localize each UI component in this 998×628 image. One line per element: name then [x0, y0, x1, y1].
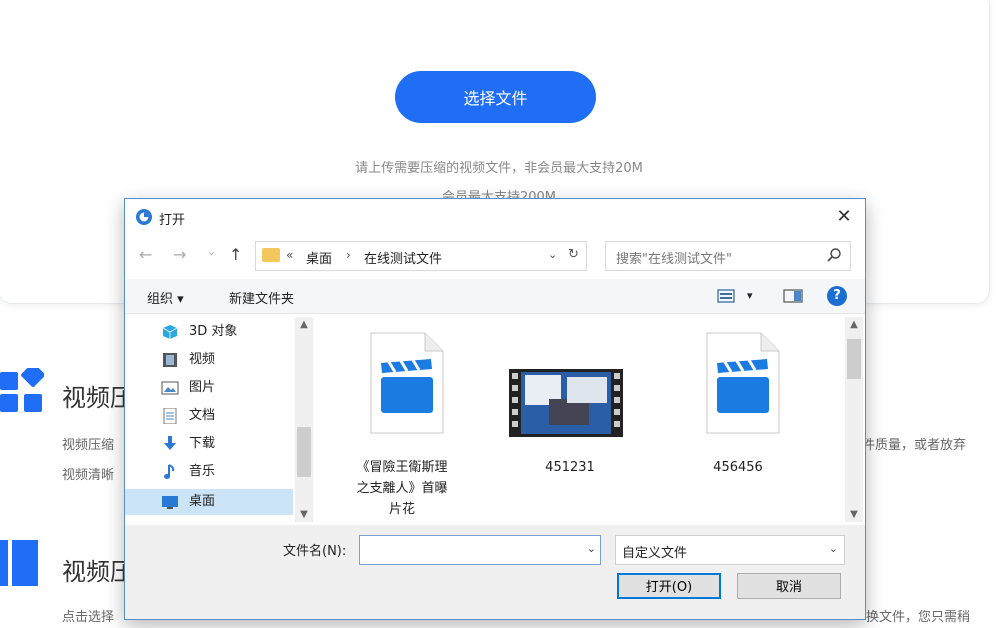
close-icon[interactable]: ✕ [831, 205, 857, 229]
address-overflow-icon[interactable]: « [286, 248, 293, 262]
view-icon[interactable] [717, 289, 735, 303]
cube-icon [162, 325, 178, 339]
address-bar[interactable]: « 桌面 › 在线测试文件 ⌄ ↻ [255, 241, 587, 271]
open-button[interactable]: 打开(O) [617, 573, 721, 599]
search-icon[interactable] [826, 247, 842, 263]
file-list: 《冒險王衛斯理 之支離人》首曝 片花 451231 456456 [315, 317, 845, 522]
select-file-button[interactable]: 选择文件 [395, 71, 596, 123]
desktop-icon [162, 496, 178, 509]
open-file-dialog: 打开 ✕ ← → ⌄ ↑ « 桌面 › 在线测试文件 ⌄ ↻ 搜索"在线测试文件… [124, 198, 866, 620]
feature-grid-icon [0, 368, 44, 412]
video-thumbnail-icon [509, 369, 623, 437]
file-item[interactable]: 456456 [663, 331, 813, 521]
chevron-down-icon[interactable]: ⌄ [548, 248, 557, 261]
feature-desc-1c: 视频清晰 [62, 468, 115, 483]
sidebar-scrollbar[interactable]: ▲ ▼ [295, 317, 313, 522]
upload-hint: 请上传需要压缩的视频文件，非会员最大支持20M [355, 161, 643, 176]
document-icon [163, 408, 177, 424]
scrollbar-thumb[interactable] [297, 427, 311, 477]
cancel-button[interactable]: 取消 [737, 573, 841, 599]
feature-desc-2b: 换文件，您只需稍 [866, 610, 971, 625]
up-arrow-icon[interactable]: ↑ [229, 245, 242, 264]
filetype-select[interactable]: 自定义文件 ⌄ [615, 535, 845, 565]
sidebar-item-3d-objects[interactable]: 3D 对象 [161, 319, 313, 345]
sidebar-item-music[interactable]: 音乐 [161, 459, 313, 485]
feature-desc-1a: 视频压缩 [62, 438, 115, 453]
music-icon [164, 464, 175, 479]
dialog-titlebar[interactable]: 打开 ✕ [125, 199, 865, 235]
organize-menu[interactable]: 组织 ▾ [147, 288, 184, 307]
new-folder-button[interactable]: 新建文件夹 [229, 288, 294, 307]
dialog-footer: 文件名(N): ⌄ 自定义文件 ⌄ 打开(O) 取消 [125, 525, 865, 619]
browser-app-icon [136, 209, 152, 225]
filename-label: 文件名(N): [283, 544, 347, 559]
feature-desc-2a: 点击选择 [62, 610, 115, 625]
scroll-up-icon[interactable]: ▲ [845, 319, 863, 330]
sidebar-item-videos[interactable]: 视频 [161, 347, 313, 373]
scroll-down-icon[interactable]: ▼ [295, 509, 313, 520]
file-item[interactable]: 451231 [495, 331, 645, 521]
search-box[interactable]: 搜索"在线测试文件" [605, 241, 851, 271]
dialog-title: 打开 [159, 213, 186, 228]
search-input[interactable]: 搜索"在线测试文件" [616, 248, 732, 267]
forward-arrow-icon[interactable]: → [173, 245, 186, 264]
chevron-down-icon[interactable]: ⌄ [587, 542, 596, 555]
view-dropdown-icon[interactable]: ▾ [747, 289, 753, 302]
film-icon [163, 353, 177, 367]
address-segment-desktop[interactable]: 桌面 [306, 248, 332, 267]
sidebar-item-desktop[interactable]: 桌面 [125, 489, 293, 515]
recent-locations-icon[interactable]: ⌄ [207, 245, 216, 258]
sidebar-item-downloads[interactable]: 下载 [161, 431, 313, 457]
back-arrow-icon[interactable]: ← [139, 245, 152, 264]
scrollbar-thumb[interactable] [847, 339, 861, 379]
download-icon [164, 436, 176, 450]
feature-book-icon [0, 540, 38, 586]
chevron-down-icon[interactable]: ⌄ [829, 542, 838, 555]
help-icon[interactable]: ? [827, 286, 847, 306]
folder-icon [262, 248, 280, 262]
video-file-icon [370, 332, 444, 434]
preview-pane-icon[interactable] [783, 289, 803, 303]
sidebar-item-pictures[interactable]: 图片 [161, 375, 313, 401]
scroll-down-icon[interactable]: ▼ [845, 509, 863, 520]
file-item[interactable]: 《冒險王衛斯理 之支離人》首曝 片花 [327, 331, 477, 521]
filename-input[interactable]: ⌄ [359, 535, 601, 565]
chevron-right-icon[interactable]: › [346, 248, 351, 262]
feature-desc-1b: 件质量，或者放弃 [862, 438, 967, 453]
navigation-bar: ← → ⌄ ↑ « 桌面 › 在线测试文件 ⌄ ↻ 搜索"在线测试文件" [125, 239, 865, 271]
video-file-icon [706, 332, 780, 434]
file-list-scrollbar[interactable]: ▲ ▼ [845, 317, 863, 522]
refresh-icon[interactable]: ↻ [568, 247, 579, 262]
sidebar-item-documents[interactable]: 文档 [161, 403, 313, 429]
picture-icon [161, 381, 179, 395]
dialog-toolbar: 组织 ▾ 新建文件夹 ▾ ? [125, 279, 865, 314]
address-segment-folder[interactable]: 在线测试文件 [364, 248, 442, 267]
scroll-up-icon[interactable]: ▲ [295, 319, 313, 330]
filetype-value: 自定义文件 [622, 546, 688, 561]
navigation-pane: 3D 对象 视频 图片 文档 下载 音乐 桌面 [125, 317, 313, 522]
